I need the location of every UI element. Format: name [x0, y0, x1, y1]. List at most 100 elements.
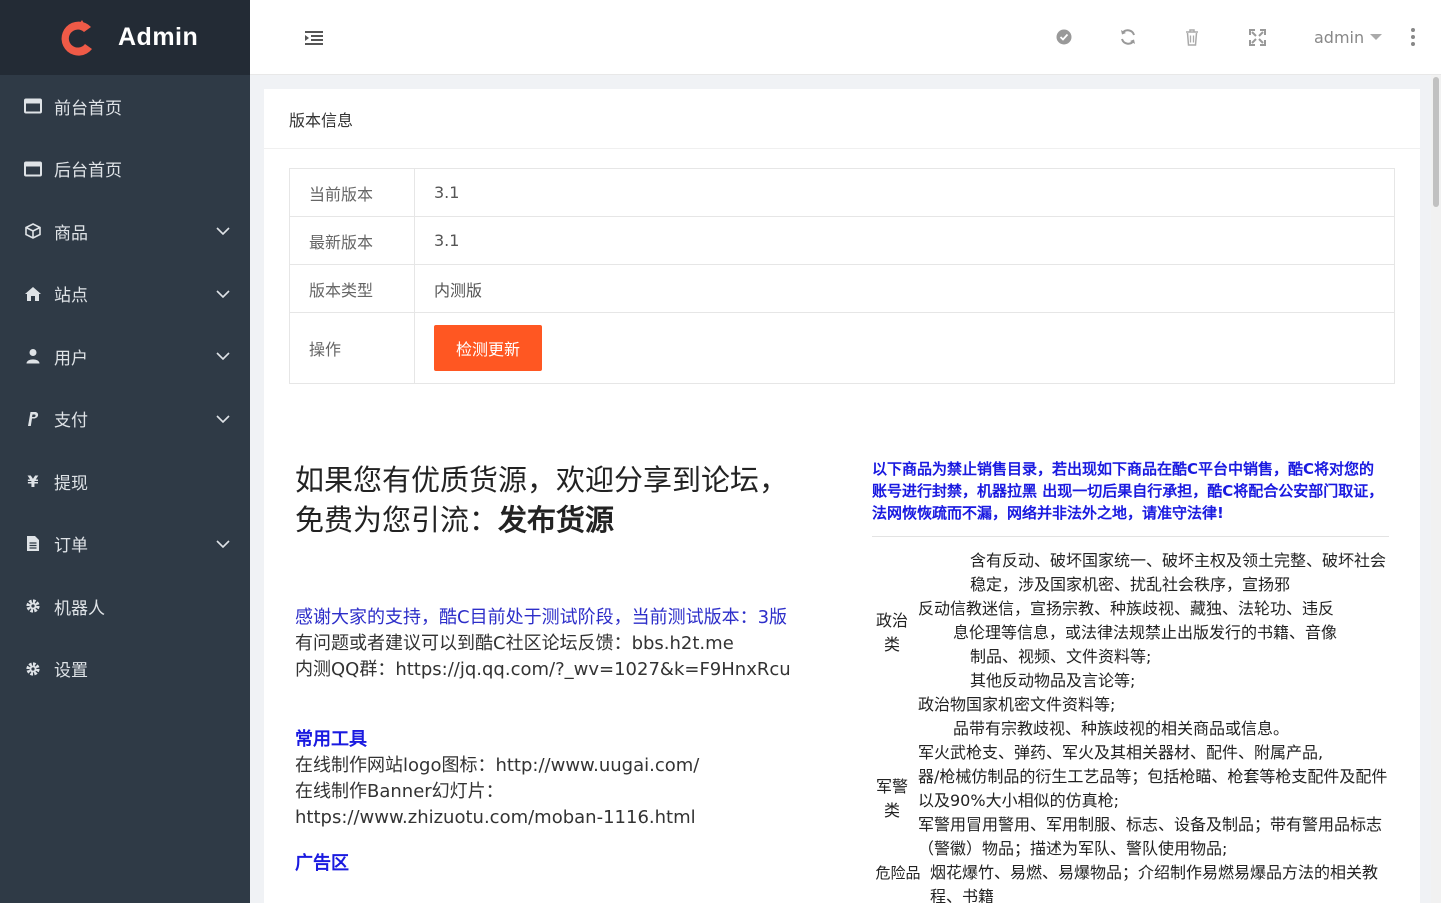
row-value: 检测更新	[414, 312, 1395, 384]
window-icon	[24, 160, 42, 178]
sidebar-item-payment[interactable]: 支付	[0, 388, 250, 451]
tool-label: 在线制作Banner幻灯片：	[295, 781, 504, 802]
window-icon	[24, 97, 42, 115]
category-line: 制品、视频、文件资料等;	[970, 647, 1152, 666]
sidebar-item-label: 站点	[54, 286, 88, 307]
sidebar-item-label: 支付	[54, 411, 88, 432]
sidebar-item-label: 商品	[54, 223, 88, 244]
chevron-down-icon	[216, 349, 230, 363]
category-body: 含有反动、破坏国家统一、破坏主权及领土完整、破坏社会稳定，涉及国家机密、扰乱社会…	[912, 549, 1389, 741]
sidebar-item-label: 机器人	[54, 598, 105, 619]
user-icon	[24, 347, 42, 365]
tool-link[interactable]: https://www.zhizuotu.com/moban-1116.html	[295, 805, 815, 831]
thanks-text: 感谢大家的支持，酷C目前处于测试阶段，当前测试版本：3版	[295, 607, 788, 628]
caret-down-icon	[1370, 34, 1383, 40]
trash-icon[interactable]	[1179, 24, 1205, 50]
row-key: 操作	[289, 312, 415, 384]
row-key: 最新版本	[289, 216, 415, 265]
category-line: 军警用冒用警用、军用制服、标志、设备及制品；带有警用品标志（警徽）物品；描述为军…	[918, 815, 1383, 858]
sidebar-item-users[interactable]: 用户	[0, 325, 250, 388]
card-title: 版本信息	[264, 89, 1420, 149]
publish-source-link[interactable]: 发布货源	[498, 503, 614, 537]
category-row: 军警类 军火武枪支、弹药、军火及其相关器材、配件、附属产品, 器/枪械仿制品的衍…	[872, 741, 1389, 861]
more-vertical-icon[interactable]	[1405, 24, 1421, 50]
sidebar-item-settings[interactable]: 设置	[0, 638, 250, 701]
ads-title: 广告区	[295, 853, 349, 874]
gear-icon	[24, 597, 42, 615]
scrollbar-thumb[interactable]	[1433, 77, 1439, 207]
category-label: 危险品	[875, 864, 921, 882]
category-label: 政治类	[875, 611, 908, 654]
headline-line: 免费为您引流：发布货源	[295, 500, 815, 540]
row-key: 当前版本	[289, 168, 415, 217]
sidebar-item-label: 订单	[54, 536, 88, 557]
version-card: 版本信息 当前版本 3.1 最新版本 3.1 版本类型 内测版 操作 检测更新	[264, 89, 1420, 410]
chevron-down-icon	[216, 412, 230, 426]
username: admin	[1314, 27, 1365, 47]
headline-prefix: 免费为您引流：	[295, 503, 499, 537]
category-body: 军火武枪支、弹药、军火及其相关器材、配件、附属产品, 器/枪械仿制品的衍生工艺品…	[912, 741, 1389, 861]
category-line: 政治物国家机密文件资料等;	[918, 695, 1116, 714]
sidebar-item-label: 前台首页	[54, 98, 122, 119]
table-row: 操作 检测更新	[289, 312, 1395, 384]
category-line: 烟花爆竹、易燃、易爆物品；介绍制作易燃易爆品方法的相关教程、书籍	[930, 863, 1379, 903]
qq-group-text: 内测QQ群：https://jq.qq.com/?_wv=1027&k=F9Hn…	[295, 659, 791, 680]
cube-icon	[24, 222, 42, 240]
sidebar-item-label: 用户	[54, 348, 88, 369]
info-panel: 如果您有优质货源，欢迎分享到论坛， 免费为您引流：发布货源 感谢大家的支持，酷C…	[264, 410, 1420, 903]
prohibited-warning: 以下商品为禁止销售目录，若出现如下商品在酷C平台中销售，酷C将对您的账号进行封禁…	[872, 460, 1384, 522]
row-value: 内测版	[414, 264, 1395, 313]
headline-line: 如果您有优质货源，欢迎分享到论坛，	[295, 463, 789, 497]
sidebar-item-sites[interactable]: 站点	[0, 263, 250, 326]
logo[interactable]: Admin	[0, 0, 250, 75]
category-body: 烟花爆竹、易燃、易爆物品；介绍制作易燃易爆品方法的相关教程、书籍	[924, 861, 1389, 903]
sidebar-item-frontend-home[interactable]: 前台首页	[0, 75, 250, 138]
prohibited-list: 以下商品为禁止销售目录，若出现如下商品在酷C平台中销售，酷C将对您的账号进行封禁…	[872, 458, 1389, 903]
user-menu[interactable]: admin	[1314, 24, 1383, 50]
category-line: 其他反动物品及言论等;	[970, 671, 1136, 690]
fullscreen-icon[interactable]	[1244, 24, 1270, 50]
sidebar-item-orders[interactable]: 订单	[0, 513, 250, 576]
table-row: 最新版本 3.1	[289, 216, 1395, 265]
category-row: 政治类 含有反动、破坏国家统一、破坏主权及领土完整、破坏社会稳定，涉及国家机密、…	[872, 549, 1389, 741]
chevron-down-icon	[216, 224, 230, 238]
check-update-button[interactable]: 检测更新	[434, 325, 543, 371]
check-circle-icon[interactable]	[1051, 24, 1077, 50]
logo-mark-icon	[58, 18, 98, 58]
divider	[872, 536, 1389, 537]
home-icon	[24, 285, 42, 303]
sidebar-item-robot[interactable]: 机器人	[0, 575, 250, 638]
row-value: 3.1	[414, 168, 1395, 217]
paypal-icon	[24, 410, 42, 428]
category-line: 反动信教迷信，宣扬宗教、种族歧视、藏独、法轮功、违反	[918, 599, 1335, 618]
sidebar: Admin 前台首页 后台首页 商品 站点 用户 支付 ¥ 提现 订单 机器人 …	[0, 0, 250, 903]
category-line: 品带有宗教歧视、种族歧视的相关商品或信息。	[953, 719, 1290, 738]
sidebar-item-products[interactable]: 商品	[0, 200, 250, 263]
sidebar-item-backend-home[interactable]: 后台首页	[0, 138, 250, 201]
category-line: 军火武枪支、弹药、军火及其相关器材、配件、附属产品,	[918, 743, 1324, 762]
gear-icon	[24, 660, 42, 678]
yen-icon: ¥	[27, 471, 39, 491]
sidebar-toggle-icon[interactable]	[302, 26, 326, 50]
category-label: 军警类	[875, 777, 908, 820]
tool-link[interactable]: 在线制作网站logo图标：http://www.uugai.com/	[295, 753, 815, 779]
sidebar-item-label: 后台首页	[54, 161, 122, 182]
category-row: 危险品 烟花爆竹、易燃、易爆物品；介绍制作易燃易爆品方法的相关教程、书籍	[872, 861, 1389, 903]
sidebar-item-label: 设置	[54, 661, 88, 682]
app-title: Admin	[118, 23, 199, 51]
tools-title: 常用工具	[295, 729, 367, 750]
page-scrollbar[interactable]	[1431, 75, 1441, 903]
topbar: admin	[250, 0, 1441, 75]
document-icon	[24, 535, 42, 553]
category-line: 含有反动、破坏国家统一、破坏主权及领土完整、破坏社会稳定，涉及国家机密、扰乱社会…	[970, 551, 1387, 594]
refresh-icon[interactable]	[1115, 24, 1141, 50]
chevron-down-icon	[216, 287, 230, 301]
version-table: 当前版本 3.1 最新版本 3.1 版本类型 内测版 操作 检测更新	[289, 168, 1395, 384]
chevron-down-icon	[216, 537, 230, 551]
category-line: 器/枪械仿制品的衍生工艺品等；包括枪瞄、枪套等枪支配件及配件以及90%大小相似的…	[918, 767, 1388, 810]
sidebar-item-label: 提现	[54, 473, 88, 494]
sidebar-item-withdraw[interactable]: ¥ 提现	[0, 450, 250, 513]
category-line: 息伦理等信息，或法律法规禁止出版发行的书籍、音像	[953, 623, 1338, 642]
row-value: 3.1	[414, 216, 1395, 265]
announcement: 如果您有优质货源，欢迎分享到论坛， 免费为您引流：发布货源 感谢大家的支持，酷C…	[295, 460, 815, 877]
